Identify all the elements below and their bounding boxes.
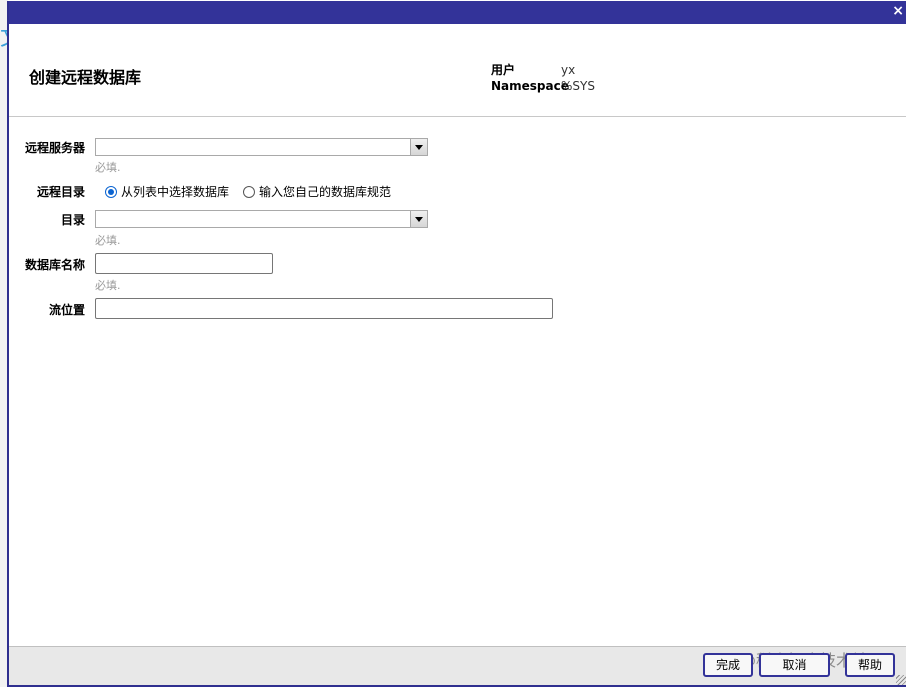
cancel-button[interactable]: 取消 [759, 653, 830, 677]
remote-server-required-hint: 必填. [95, 161, 121, 174]
option-select-from-list-label[interactable]: 从列表中选择数据库 [121, 183, 229, 200]
stream-location-label: 流位置 [48, 303, 85, 317]
create-remote-database-dialog: × 创建远程数据库 用户 yx Namespace%SYS 远程服务器 必填. 远… [7, 1, 906, 687]
namespace-label: Namespace [491, 79, 569, 93]
option-enter-own-spec[interactable]: 输入您自己的数据库规范 [243, 183, 391, 200]
remote-server-label: 远程服务器 [24, 141, 85, 155]
chevron-down-icon[interactable] [410, 139, 427, 155]
option-select-from-list[interactable]: 从列表中选择数据库 [105, 183, 229, 200]
database-name-label: 数据库名称 [24, 258, 85, 272]
dialog-header: 创建远程数据库 用户 yx Namespace%SYS [9, 24, 906, 117]
radio-checked-icon[interactable] [105, 185, 117, 198]
resize-grip-icon[interactable] [896, 675, 906, 685]
directory-label: 目录 [60, 213, 85, 227]
close-icon[interactable]: × [892, 2, 904, 20]
dialog-titlebar: × [9, 1, 906, 24]
remote-directory-label: 远程目录 [36, 185, 85, 199]
user-value: yx [561, 63, 576, 77]
namespace-value: %SYS [561, 79, 595, 93]
finish-button[interactable]: 完成 [703, 653, 753, 677]
directory-required-hint: 必填. [95, 234, 121, 247]
page-title: 创建远程数据库 [29, 68, 142, 87]
remote-server-select[interactable] [95, 138, 428, 156]
option-enter-own-spec-label[interactable]: 输入您自己的数据库规范 [259, 183, 391, 200]
remote-directory-options: 从列表中选择数据库 输入您自己的数据库规范 [105, 183, 405, 200]
dialog-footer: @稀土掘金技术社区 完成 取消 帮助 [9, 646, 906, 685]
database-name-required-hint: 必填. [95, 279, 121, 292]
radio-unchecked-icon[interactable] [243, 185, 256, 198]
directory-select[interactable] [95, 210, 428, 228]
user-label: 用户 [491, 63, 516, 77]
stream-location-input[interactable] [95, 298, 553, 319]
database-name-input[interactable] [95, 253, 273, 274]
help-button[interactable]: 帮助 [845, 653, 895, 677]
chevron-down-icon[interactable] [410, 211, 427, 227]
session-meta: 用户 yx Namespace%SYS [491, 62, 595, 94]
